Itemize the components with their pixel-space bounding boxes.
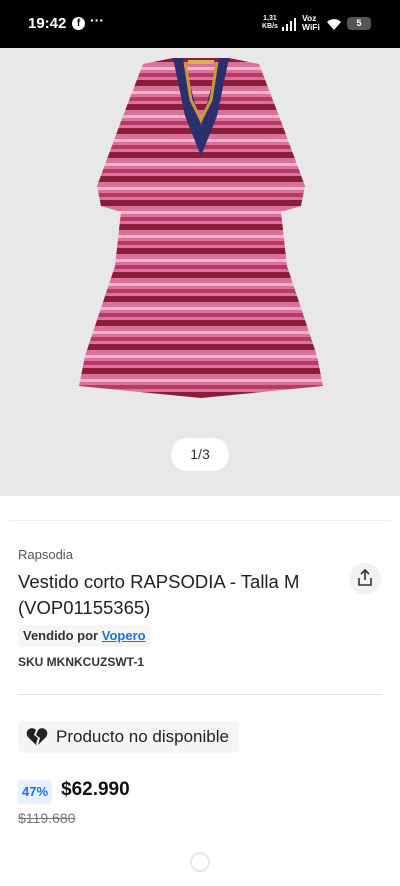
discount-badge: 47% xyxy=(18,780,53,804)
seller-link[interactable]: Vopero xyxy=(102,628,146,643)
battery-icon: 5 xyxy=(347,17,371,30)
sku-label: SKU MKNKCUZSWT-1 xyxy=(18,655,144,669)
status-time: 19:42 xyxy=(28,15,67,32)
availability-badge: Producto no disponible xyxy=(18,721,239,753)
network-speed: 1,31 KB/s xyxy=(262,15,278,30)
seller-info: Vendido por Vopero xyxy=(18,625,151,647)
share-icon xyxy=(358,569,372,586)
image-pager: 1/3 xyxy=(171,438,229,471)
availability-text: Producto no disponible xyxy=(56,727,229,746)
current-price: $62.990 xyxy=(61,779,130,800)
share-button[interactable] xyxy=(349,563,381,595)
product-details-sheet: Rapsodia Vestido corto RAPSODIA - Talla … xyxy=(0,520,400,886)
divider xyxy=(18,694,382,695)
voz-wifi-label: Voz WiFi xyxy=(302,13,320,32)
wifi-icon xyxy=(327,19,341,30)
original-price: $119.680 xyxy=(18,810,76,826)
facebook-icon: f xyxy=(72,17,85,30)
dress-image[interactable] xyxy=(73,56,329,406)
product-title: Vestido corto RAPSODIA - Talla M (VOP011… xyxy=(18,571,300,618)
home-indicator xyxy=(190,852,210,872)
signal-icon xyxy=(282,18,298,31)
more-icon: ··· xyxy=(90,12,104,28)
broken-heart-icon xyxy=(26,728,48,746)
brand-name: Rapsodia xyxy=(18,547,73,562)
status-bar: 19:42 f ··· 1,31 KB/s Voz WiFi 5 xyxy=(0,0,400,48)
product-image-gallery[interactable]: 1/3 xyxy=(0,48,400,496)
seller-prefix: Vendido por xyxy=(23,628,99,643)
